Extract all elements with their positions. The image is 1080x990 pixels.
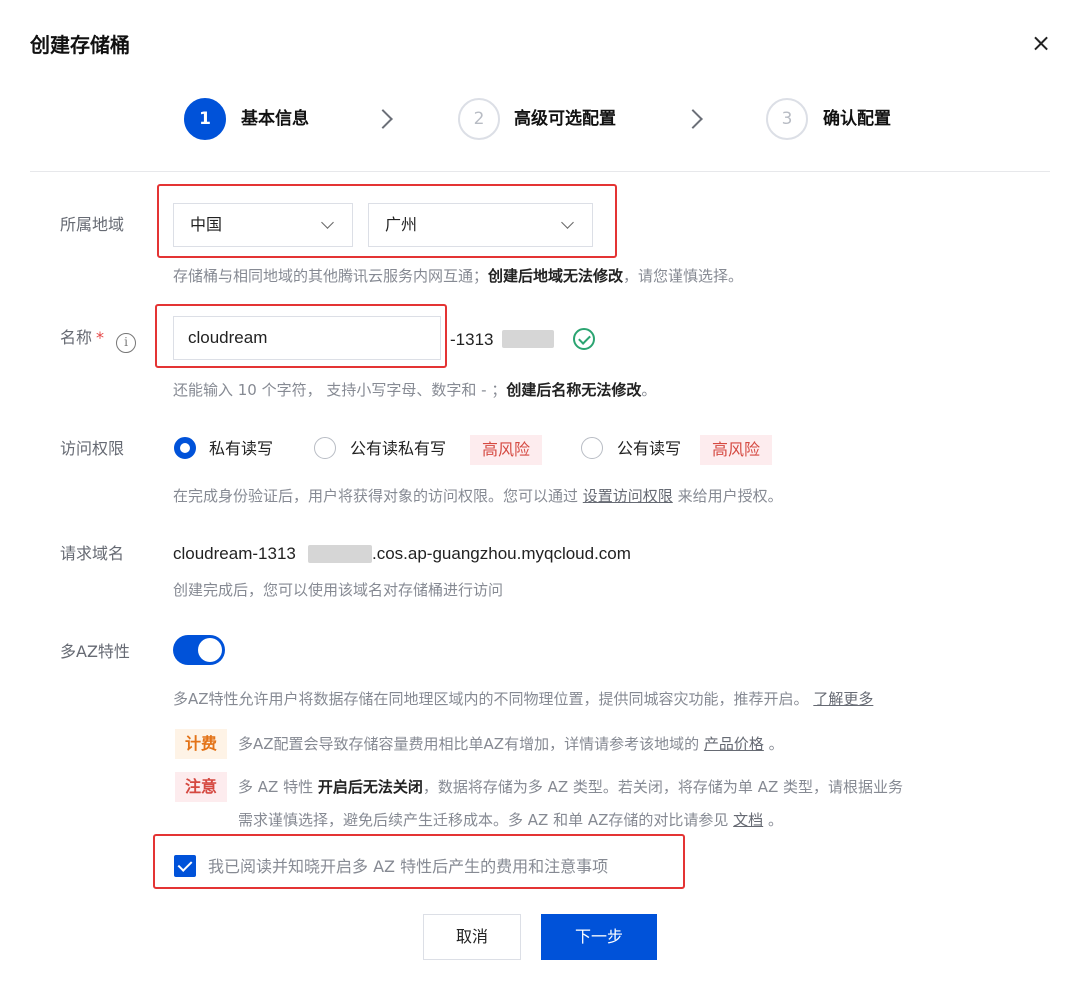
- chevron-right-icon: [683, 109, 703, 129]
- radio-public-rw-label[interactable]: 公有读写: [617, 437, 681, 461]
- step-1-label: 基本信息: [241, 109, 309, 129]
- note-line-2: 需求谨慎选择，避免后续产生迁移成本。多 AZ 和单 AZ存储的对比请参见 文档 …: [238, 811, 783, 829]
- info-icon[interactable]: i: [116, 333, 137, 353]
- access-label: 访问权限: [60, 439, 125, 458]
- close-icon[interactable]: ×: [1028, 30, 1054, 56]
- chevron-right-icon: [373, 109, 393, 129]
- step-3-label: 确认配置: [823, 109, 891, 129]
- next-step-button[interactable]: 下一步: [541, 914, 657, 960]
- radio-public-rw[interactable]: [581, 437, 603, 459]
- domain-hint: 创建完成后，您可以使用该域名对存储桶进行访问: [173, 581, 504, 599]
- note-line-1: 多 AZ 特性 开启后无法关闭，数据将存储为多 AZ 类型。若关闭，将存储为单 …: [238, 778, 904, 796]
- fee-text: 多AZ配置会导致存储容量费用相比单AZ有增加，详情请参考该地域的 产品价格 。: [238, 735, 784, 753]
- country-select[interactable]: 中国: [173, 203, 353, 247]
- radio-public-read[interactable]: [314, 437, 336, 459]
- step-3-number: 3: [766, 98, 808, 140]
- city-select[interactable]: 广州: [368, 203, 593, 247]
- check-circle-icon: [573, 328, 595, 350]
- step-1-number: 1: [184, 98, 226, 140]
- access-hint: 在完成身份验证后，用户将获得对象的访问权限。您可以通过 设置访问权限 来给用户授…: [173, 487, 783, 505]
- name-hint: 还能输入 10 个字符， 支持小写字母、数字和 - ；创建后名称无法修改。: [173, 381, 657, 399]
- note-tag: 注意: [175, 772, 228, 802]
- fee-tag: 计费: [175, 729, 228, 759]
- masked-appid: [502, 330, 554, 348]
- ack-checkbox[interactable]: [174, 855, 196, 877]
- radio-public-read-label[interactable]: 公有读私有写: [350, 437, 446, 461]
- domain-prefix: cloudream-1313: [173, 544, 296, 563]
- document-link[interactable]: 文档: [733, 811, 763, 829]
- multi-az-toggle[interactable]: [173, 635, 225, 665]
- masked-appid: [308, 545, 372, 563]
- city-value: 广州: [385, 215, 418, 234]
- cancel-button[interactable]: 取消: [423, 914, 521, 960]
- toggle-knob: [198, 638, 222, 662]
- region-hint: 存储桶与相同地域的其他腾讯云服务内网互通；创建后地域无法修改，请您谨慎选择。: [173, 267, 744, 285]
- step-2-label: 高级可选配置: [514, 109, 616, 129]
- radio-private-rw[interactable]: [174, 437, 196, 459]
- ack-label[interactable]: 我已阅读并知晓开启多 AZ 特性后产生的费用和注意事项: [208, 855, 608, 879]
- step-2-number: 2: [458, 98, 500, 140]
- multi-az-desc: 多AZ特性允许用户将数据存储在同地理区域内的不同物理位置，提供同城容灾功能，推荐…: [173, 690, 874, 708]
- high-risk-tag: 高风险: [700, 435, 773, 465]
- learn-more-link[interactable]: 了解更多: [813, 690, 873, 708]
- domain-suffix: .cos.ap-guangzhou.myqcloud.com: [372, 544, 631, 563]
- header-divider: [30, 171, 1050, 172]
- multi-az-label: 多AZ特性: [60, 642, 130, 661]
- country-value: 中国: [190, 215, 223, 234]
- radio-private-rw-label[interactable]: 私有读写: [209, 437, 273, 461]
- chevron-down-icon: [561, 216, 574, 229]
- product-price-link[interactable]: 产品价格: [704, 735, 764, 753]
- set-access-link[interactable]: 设置访问权限: [583, 487, 673, 505]
- dialog-title: 创建存储桶: [30, 33, 130, 57]
- appid-suffix: -1313: [450, 330, 494, 349]
- region-label: 所属地域: [60, 215, 125, 234]
- bucket-name-input[interactable]: cloudream: [173, 316, 441, 360]
- high-risk-tag: 高风险: [470, 435, 543, 465]
- chevron-down-icon: [321, 216, 334, 229]
- name-label: 名称 * i: [60, 326, 137, 353]
- domain-label: 请求域名: [60, 544, 125, 563]
